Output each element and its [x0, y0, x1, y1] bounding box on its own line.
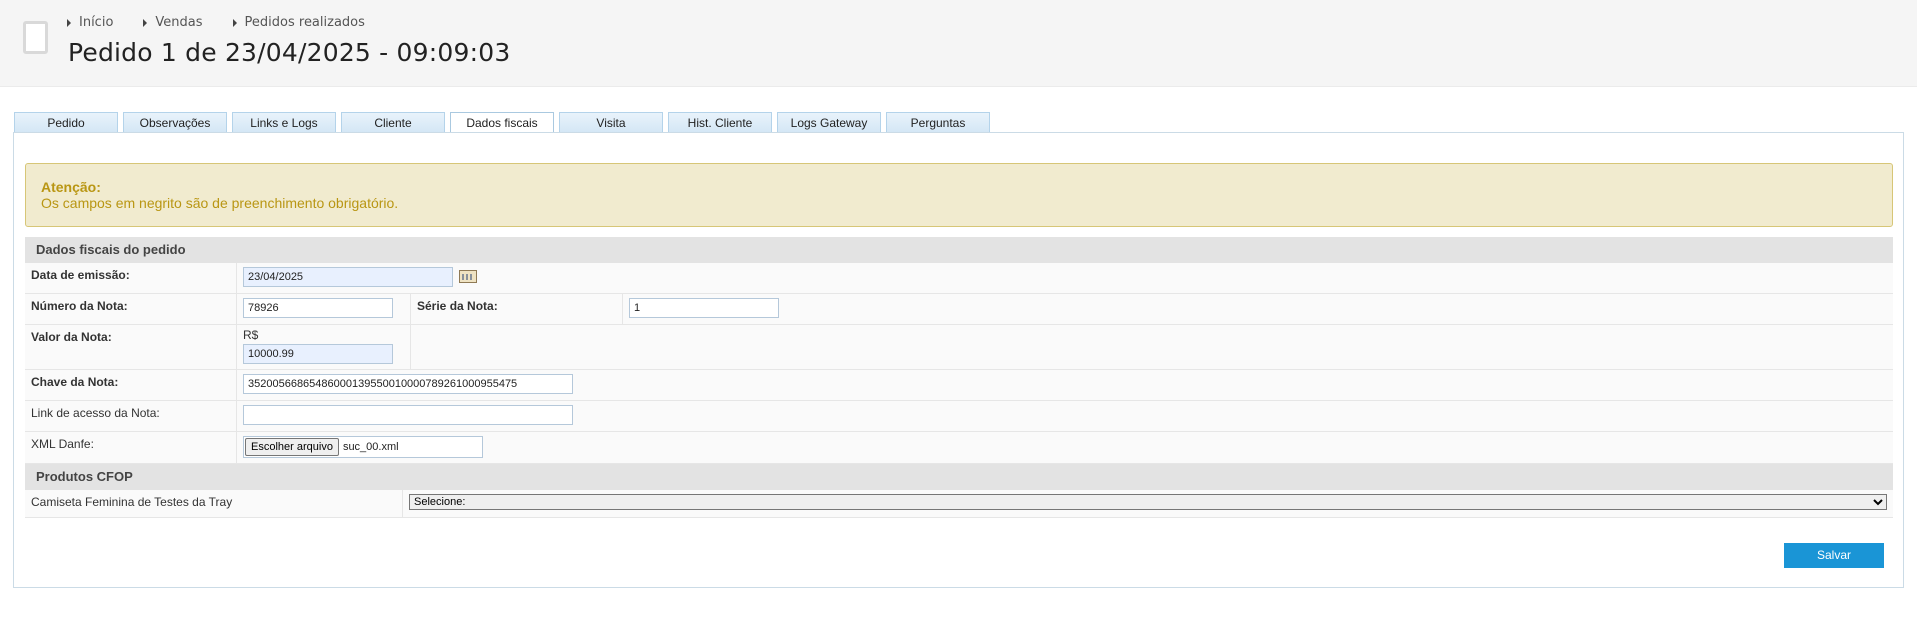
chave-nota-wrapper [237, 370, 579, 400]
caret-right-icon [232, 18, 237, 27]
tab-perguntas[interactable]: Perguntas [886, 112, 990, 133]
row-numero-serie: Número da Nota: Série da Nota: [25, 294, 1893, 325]
alert-message: Os campos em negrito são de preenchiment… [41, 195, 399, 211]
numero-nota-input[interactable] [243, 298, 393, 318]
tab-dados-fiscais[interactable]: Dados fiscais [450, 112, 554, 134]
row-produto: Camiseta Feminina de Testes da Tray Sele… [25, 490, 1893, 518]
tab-bar: Pedido Observações Links e Logs Cliente … [14, 112, 995, 134]
breadcrumb: Início Vendas Pedidos realizados [67, 15, 395, 30]
row-chave-nota: Chave da Nota: [25, 370, 1893, 401]
cfop-select[interactable]: Selecione: [409, 494, 1887, 510]
tab-cliente[interactable]: Cliente [341, 112, 445, 133]
alert-title: Atenção: [41, 179, 101, 195]
row-link-nota: Link de acesso da Nota: [25, 401, 1893, 432]
tab-hist-cliente[interactable]: Hist. Cliente [668, 112, 772, 133]
selected-filename: suc_00.xml [342, 441, 399, 453]
label-chave-nota: Chave da Nota: [25, 370, 237, 400]
xml-danfe-file-input[interactable]: Escolher arquivo suc_00.xml [243, 436, 483, 458]
choose-file-button[interactable]: Escolher arquivo [245, 438, 339, 456]
xml-danfe-wrapper: Escolher arquivo suc_00.xml [237, 432, 489, 463]
section-dados-fiscais: Dados fiscais do pedido [25, 237, 1893, 263]
label-link-nota: Link de acesso da Nota: [25, 401, 237, 431]
serie-nota-input[interactable] [629, 298, 779, 318]
breadcrumb-inicio[interactable]: Início [67, 15, 113, 30]
fiscal-data-form: Dados fiscais do pedido Data de emissão:… [25, 237, 1893, 518]
data-emissao-input[interactable] [243, 267, 453, 287]
label-valor-nota: Valor da Nota: [25, 325, 237, 369]
required-fields-alert: Atenção: Os campos em negrito são de pre… [25, 163, 1893, 227]
section-produtos-cfop: Produtos CFOP [25, 464, 1893, 490]
link-nota-wrapper [237, 401, 579, 431]
breadcrumb-vendas[interactable]: Vendas [143, 15, 203, 30]
breadcrumb-pedidos-realizados[interactable]: Pedidos realizados [232, 15, 365, 30]
serie-nota-wrapper [623, 294, 785, 324]
row-data-emissao: Data de emissão: [25, 263, 1893, 294]
caret-right-icon [67, 18, 71, 27]
data-emissao-wrapper [237, 263, 483, 293]
label-xml-danfe: XML Danfe: [25, 432, 237, 463]
tab-visita[interactable]: Visita [559, 112, 663, 133]
calendar-icon[interactable] [459, 270, 478, 284]
row-valor-nota: Valor da Nota: R$ [25, 325, 1893, 370]
numero-nota-wrapper [237, 294, 411, 324]
document-icon [23, 21, 48, 54]
tab-logs-gateway[interactable]: Logs Gateway [777, 112, 881, 133]
link-nota-input[interactable] [243, 405, 573, 425]
chave-nota-input[interactable] [243, 374, 573, 394]
cfop-select-wrapper: Selecione: [403, 490, 1893, 517]
label-data-emissao: Data de emissão: [25, 263, 237, 293]
save-button[interactable]: Salvar [1784, 543, 1884, 568]
caret-right-icon [143, 18, 148, 27]
tab-pedido[interactable]: Pedido [14, 112, 118, 133]
page-title: Pedido 1 de 23/04/2025 - 09:09:03 [68, 38, 511, 67]
tab-observacoes[interactable]: Observações [123, 112, 227, 133]
label-serie-nota: Série da Nota: [411, 294, 623, 324]
label-numero-nota: Número da Nota: [25, 294, 237, 324]
currency-label: R$ [243, 328, 259, 342]
tab-panel-dados-fiscais: Atenção: Os campos em negrito são de pre… [13, 132, 1904, 588]
valor-nota-wrapper: R$ [237, 325, 411, 369]
row-xml-danfe: XML Danfe: Escolher arquivo suc_00.xml [25, 432, 1893, 464]
tab-links-e-logs[interactable]: Links e Logs [232, 112, 336, 133]
page-header: Início Vendas Pedidos realizados Pedido … [0, 0, 1917, 87]
valor-nota-input[interactable] [243, 344, 393, 364]
product-name: Camiseta Feminina de Testes da Tray [25, 490, 403, 517]
